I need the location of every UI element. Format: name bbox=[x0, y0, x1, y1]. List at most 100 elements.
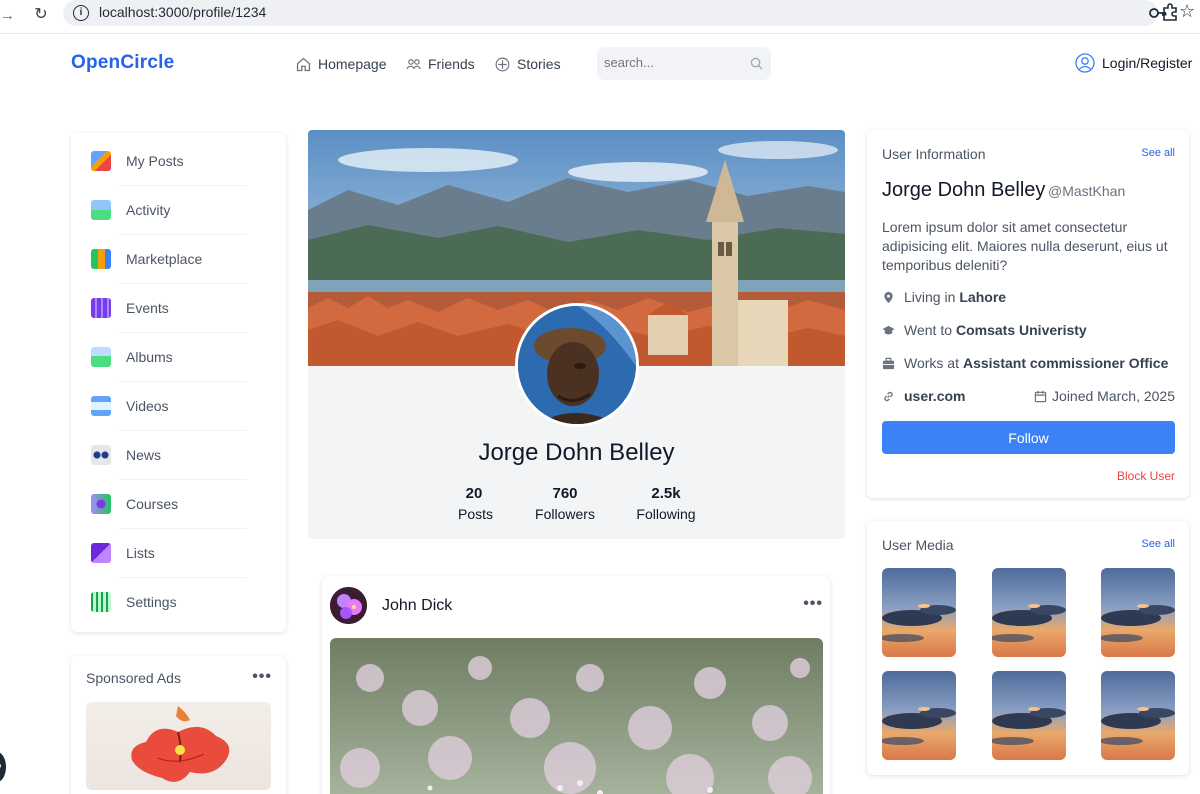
living-prefix: Living in bbox=[904, 289, 956, 305]
block-user-link[interactable]: Block User bbox=[1117, 469, 1175, 483]
sunset-sky-image bbox=[882, 568, 956, 657]
nav-homepage[interactable]: Homepage bbox=[295, 54, 387, 74]
marketplace-icon bbox=[91, 249, 111, 269]
joined-text: Joined March, 2025 bbox=[1052, 388, 1175, 404]
sidebar-item-label: Lists bbox=[126, 545, 155, 561]
works-prefix: Works at bbox=[904, 355, 959, 371]
link-icon bbox=[884, 391, 893, 401]
user-info-name: Jorge Dohn Belley bbox=[882, 179, 1046, 201]
stat-followers[interactable]: 760 Followers bbox=[530, 485, 600, 522]
friends-icon bbox=[406, 58, 421, 69]
search-input[interactable] bbox=[604, 55, 744, 70]
nav-stories-label: Stories bbox=[517, 56, 561, 72]
nav-friends-label: Friends bbox=[428, 56, 475, 72]
address-bar[interactable]: i localhost:3000/profile/1234 ☆ bbox=[63, 0, 1195, 26]
sidebar-item-my-posts[interactable]: My Posts bbox=[91, 137, 246, 185]
info-living: Living in Lahore bbox=[882, 289, 1006, 305]
sunset-sky-image bbox=[882, 671, 956, 760]
sidebar-item-videos[interactable]: Videos bbox=[91, 382, 246, 430]
sunset-sky-image bbox=[1101, 671, 1175, 760]
user-media-see-all-link[interactable]: See all bbox=[1141, 538, 1175, 550]
ads-title: Sponsored Ads bbox=[86, 670, 181, 686]
albums-icon bbox=[91, 347, 111, 367]
post-author-name[interactable]: John Dick bbox=[382, 597, 452, 615]
stat-label: Following bbox=[636, 506, 696, 522]
graduation-cap-icon bbox=[882, 325, 895, 334]
forward-arrow-icon[interactable]: → bbox=[0, 8, 15, 24]
flower-illustration bbox=[131, 706, 230, 782]
stat-posts[interactable]: 20 Posts bbox=[458, 485, 494, 522]
user-info-title: User Information bbox=[882, 146, 986, 162]
stat-following[interactable]: 2.5k Following bbox=[634, 485, 698, 522]
sidebar-item-label: Settings bbox=[126, 594, 177, 610]
sidebar-item-label: Activity bbox=[126, 202, 171, 218]
browser-toolbar: → ↻ i localhost:3000/profile/1234 ☆ bbox=[0, 0, 1200, 34]
user-information-card: User Information See all Jorge Dohn Bell… bbox=[867, 130, 1189, 498]
user-media-card: User Media See all bbox=[867, 521, 1189, 775]
bookmark-star-icon[interactable]: ☆ bbox=[1179, 1, 1199, 23]
lists-icon bbox=[91, 543, 111, 563]
sunset-sky-image bbox=[1101, 568, 1175, 657]
location-pin-icon bbox=[884, 291, 893, 303]
living-value: Lahore bbox=[959, 289, 1007, 305]
media-thumbnail[interactable] bbox=[882, 671, 956, 760]
app-logo[interactable]: OpenCircle bbox=[71, 52, 174, 74]
floating-widget-button[interactable] bbox=[0, 752, 6, 782]
info-work: Works at Assistant commissioner Office bbox=[882, 355, 1168, 371]
login-register-link[interactable]: Login/Register bbox=[1075, 53, 1192, 73]
avatar-portrait-image bbox=[518, 306, 636, 424]
sidebar-item-settings[interactable]: Settings bbox=[91, 578, 246, 626]
courses-icon bbox=[91, 494, 111, 514]
sidebar-item-albums[interactable]: Albums bbox=[91, 333, 246, 381]
sidebar-item-label: Marketplace bbox=[126, 251, 203, 267]
sidebar-item-news[interactable]: News bbox=[91, 431, 246, 479]
profile-avatar[interactable] bbox=[515, 303, 639, 427]
media-thumbnail[interactable] bbox=[992, 568, 1066, 657]
user-info-see-all-link[interactable]: See all bbox=[1141, 147, 1175, 159]
sidebar-item-events[interactable]: Events bbox=[91, 284, 246, 332]
works-value: Assistant commissioner Office bbox=[962, 355, 1169, 371]
post-image[interactable] bbox=[330, 638, 823, 794]
briefcase-icon bbox=[882, 357, 895, 369]
info-joined: Joined March, 2025 bbox=[1034, 388, 1175, 404]
meadow-flowers-image bbox=[330, 638, 823, 794]
reload-icon[interactable]: ↻ bbox=[32, 5, 50, 25]
events-icon bbox=[91, 298, 111, 318]
extensions-icon[interactable] bbox=[1160, 2, 1180, 22]
media-thumbnail[interactable] bbox=[1101, 671, 1175, 760]
sunset-sky-image bbox=[992, 568, 1066, 657]
login-register-label: Login/Register bbox=[1102, 55, 1193, 71]
sidebar-item-label: Courses bbox=[126, 496, 179, 512]
stat-value: 2.5k bbox=[651, 485, 681, 502]
sidebar-item-label: My Posts bbox=[126, 153, 184, 169]
info-link[interactable]: user.com bbox=[882, 388, 965, 404]
sidebar-item-label: News bbox=[126, 447, 162, 463]
follow-button[interactable]: Follow bbox=[882, 421, 1175, 454]
media-thumbnail[interactable] bbox=[992, 671, 1066, 760]
sidebar-item-lists[interactable]: Lists bbox=[91, 529, 246, 577]
search-box[interactable] bbox=[597, 47, 771, 80]
user-info-handle: @MastKhan bbox=[1048, 183, 1126, 199]
media-thumbnail[interactable] bbox=[1101, 568, 1175, 657]
post-author-avatar[interactable] bbox=[330, 587, 367, 624]
calendar-icon bbox=[1034, 390, 1047, 402]
stat-label: Posts bbox=[458, 506, 494, 522]
went-prefix: Went to bbox=[904, 322, 952, 338]
sidebar-item-activity[interactable]: Activity bbox=[91, 186, 246, 234]
media-thumbnail[interactable] bbox=[882, 568, 956, 657]
nav-stories[interactable]: Stories bbox=[494, 54, 561, 74]
sponsored-ads-card: Sponsored Ads ••• bbox=[71, 656, 286, 794]
ads-more-icon[interactable]: ••• bbox=[252, 668, 272, 686]
url-text[interactable]: localhost:3000/profile/1234 bbox=[99, 4, 266, 20]
profile-name: Jorge Dohn Belley bbox=[478, 439, 675, 466]
stat-value: 20 bbox=[465, 485, 483, 502]
ad-image[interactable] bbox=[86, 702, 271, 790]
sidebar-item-courses[interactable]: Courses bbox=[91, 480, 246, 528]
search-icon[interactable] bbox=[750, 57, 763, 70]
sidebar-item-label: Events bbox=[126, 300, 169, 316]
post-more-icon[interactable]: ••• bbox=[803, 595, 823, 613]
sidebar-item-marketplace[interactable]: Marketplace bbox=[91, 235, 246, 283]
nav-friends[interactable]: Friends bbox=[405, 54, 475, 74]
user-website-link[interactable]: user.com bbox=[904, 388, 965, 404]
site-info-icon[interactable]: i bbox=[73, 5, 89, 21]
